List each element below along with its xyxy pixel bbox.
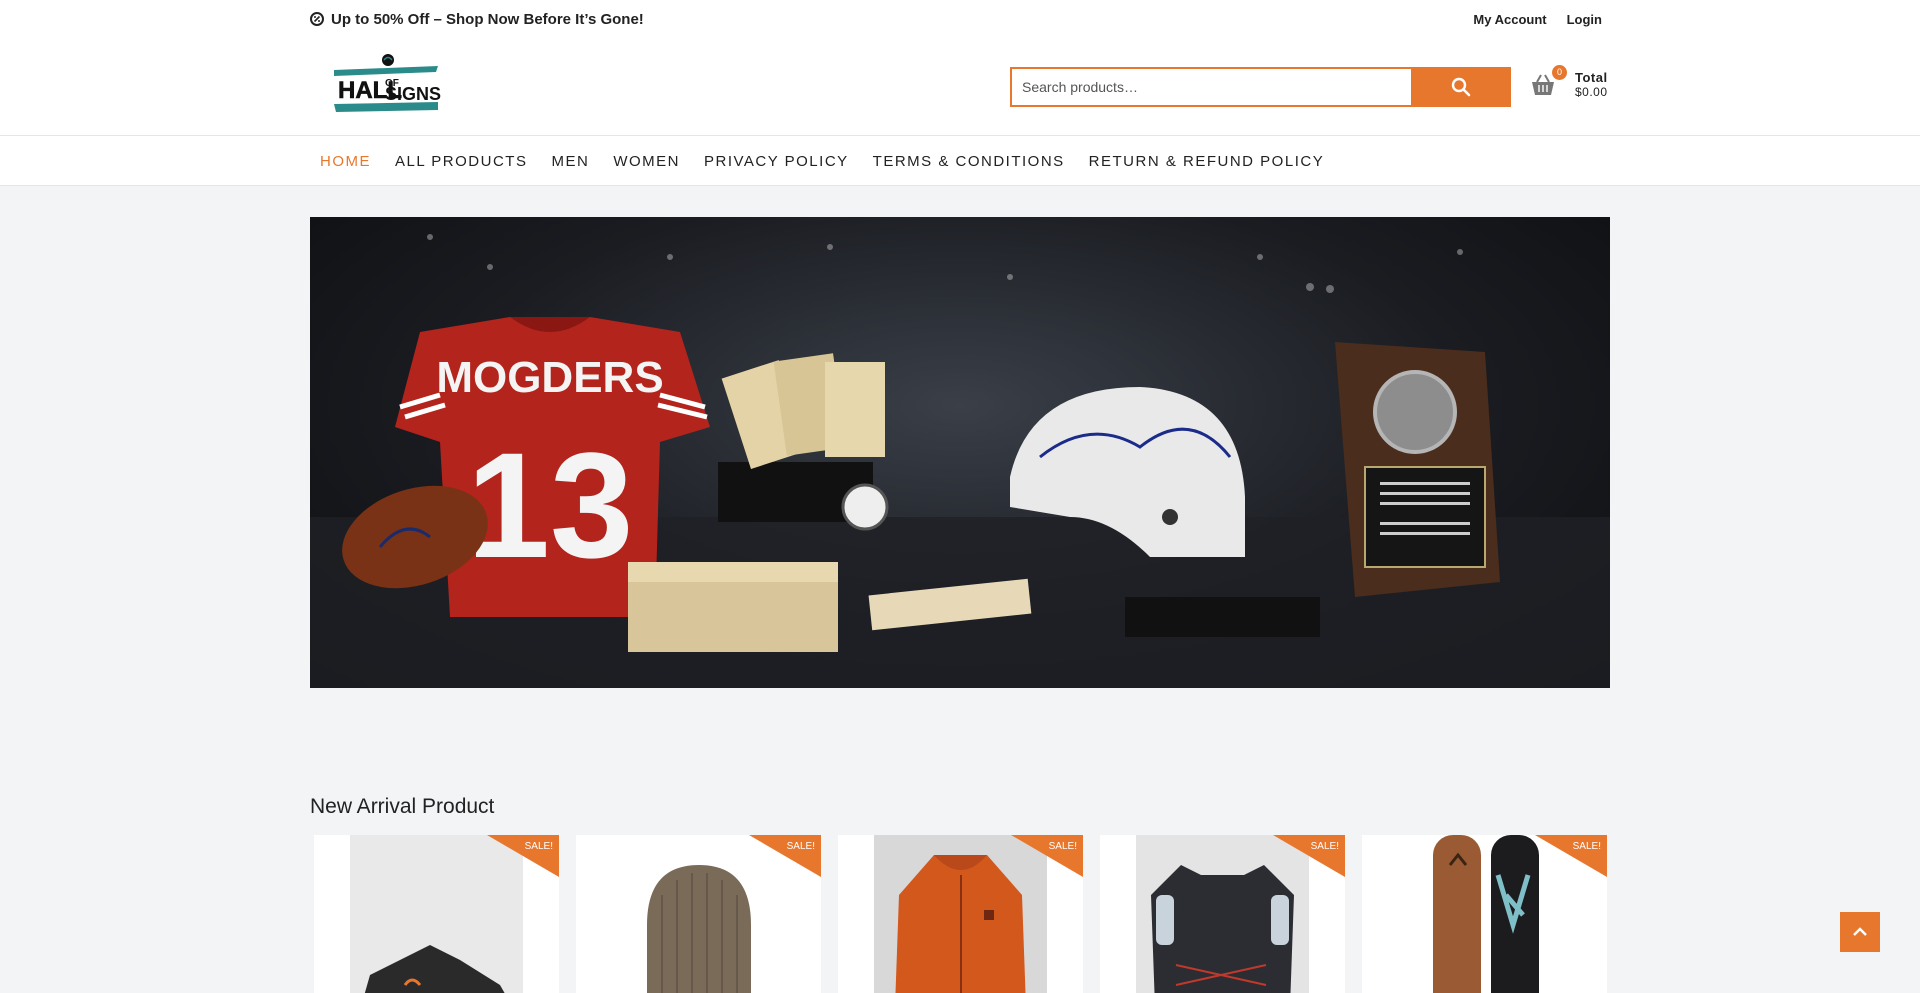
nav-item-men[interactable]: MEN [551, 153, 589, 170]
logo-text-signs: SIGNS [385, 84, 441, 104]
chevron-up-icon [1853, 927, 1867, 936]
nav-item-return-refund-policy[interactable]: RETURN & REFUND POLICY [1089, 153, 1325, 170]
product-card[interactable]: SALE! [838, 835, 1083, 993]
search-input[interactable] [1010, 67, 1411, 107]
hall-of-signs-logo[interactable]: HALL OF SIGNS [330, 52, 442, 118]
top-bar: Up to 50% Off – Shop Now Before It’s Gon… [0, 0, 1920, 38]
sale-badge: SALE! [1310, 841, 1339, 852]
nav-item-all-products[interactable]: ALL PRODUCTS [395, 153, 527, 170]
product-card[interactable]: SALE! [1362, 835, 1607, 993]
main-navigation: HOME ALL PRODUCTS MEN WOMEN PRIVACY POLI… [0, 136, 1920, 186]
product-card[interactable]: SALE! [314, 835, 559, 993]
my-account-link[interactable]: My Account [1473, 12, 1546, 27]
tag-icon [310, 12, 324, 26]
promo-text: Up to 50% Off – Shop Now Before It’s Gon… [331, 10, 644, 28]
cart-count-badge: 0 [1552, 65, 1567, 80]
hero-banner[interactable]: MOGDERS 13 [310, 217, 1610, 688]
search-bar [1010, 67, 1511, 107]
plaque-image [1335, 342, 1500, 597]
product-grid: SALE! SALE! SALE! SALE! SALE! [314, 835, 1607, 993]
jersey-number: 13 [467, 421, 634, 589]
section-title: New Arrival Product [310, 795, 495, 818]
nav-item-terms-conditions[interactable]: TERMS & CONDITIONS [873, 153, 1065, 170]
nav-item-home[interactable]: HOME [320, 153, 371, 170]
nav-item-women[interactable]: WOMEN [613, 153, 680, 170]
product-card[interactable]: SALE! [1100, 835, 1345, 993]
site-header: HALL OF SIGNS 0 Total $0.00 [0, 38, 1920, 136]
nav-item-privacy-policy[interactable]: PRIVACY POLICY [704, 153, 849, 170]
sale-badge: SALE! [1048, 841, 1077, 852]
search-icon [1451, 77, 1471, 97]
sale-badge: SALE! [1572, 841, 1601, 852]
promo-banner: Up to 50% Off – Shop Now Before It’s Gon… [310, 11, 644, 28]
sale-badge: SALE! [786, 841, 815, 852]
cart-total-value: $0.00 [1575, 85, 1608, 99]
cart-total-label: Total [1575, 70, 1608, 85]
scroll-to-top-button[interactable] [1840, 912, 1880, 952]
search-button[interactable] [1411, 67, 1511, 107]
product-card[interactable]: SALE! [576, 835, 821, 993]
cart-widget[interactable]: 0 Total $0.00 [1530, 65, 1610, 106]
sale-badge: SALE! [524, 841, 553, 852]
login-link[interactable]: Login [1567, 12, 1602, 27]
jersey-name: MOGDERS [436, 353, 663, 402]
